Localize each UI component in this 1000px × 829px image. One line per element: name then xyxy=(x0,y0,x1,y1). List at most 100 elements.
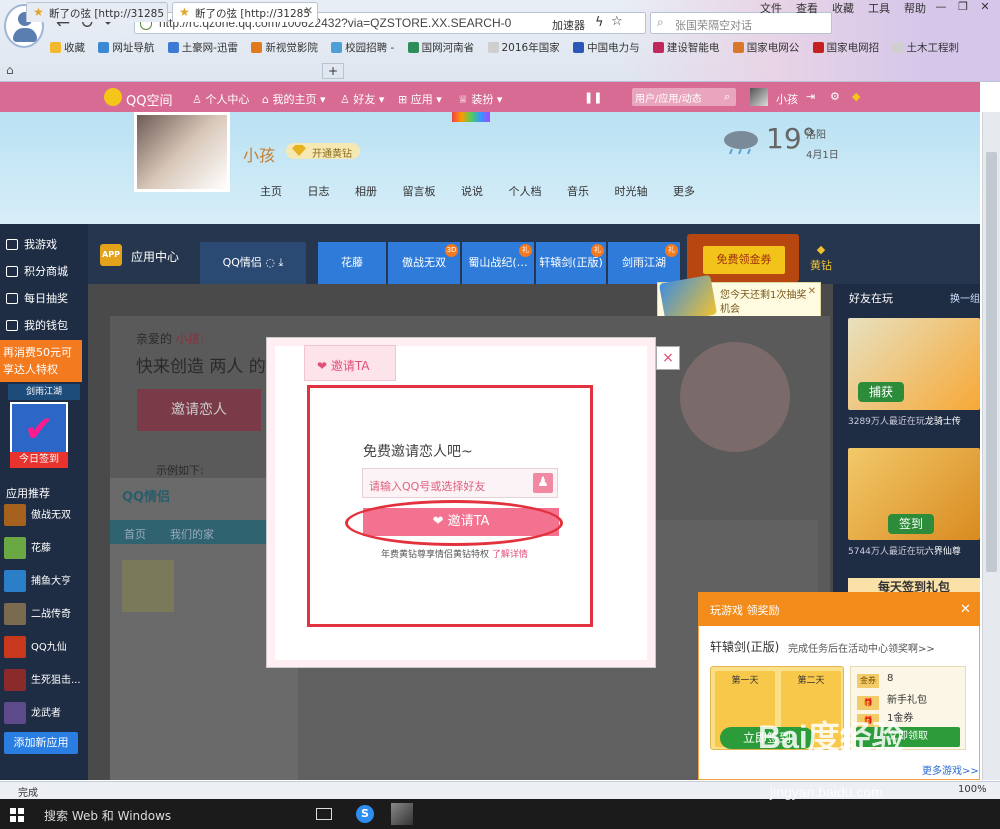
close-icon[interactable]: × xyxy=(656,346,680,370)
scrollbar[interactable] xyxy=(982,112,1000,780)
maximize-icon[interactable]: ❐ xyxy=(952,0,974,14)
accelerator-label[interactable]: 加速器 xyxy=(552,17,585,33)
tab-blog[interactable]: 日志 xyxy=(308,185,330,198)
bookmark-item[interactable]: 国家电网公 xyxy=(732,40,799,55)
sidebar-game[interactable]: 龙武者 xyxy=(4,702,88,724)
sidebar-points-mall[interactable]: 积分商城 xyxy=(6,263,68,279)
tab-home[interactable]: 主页 xyxy=(260,185,282,198)
diamond-icon[interactable]: ◆ xyxy=(852,90,860,103)
modal-title: 免费邀请恋人吧~ xyxy=(363,444,473,460)
yellow-diamond-link[interactable]: ◆ 黄钻 xyxy=(808,242,834,274)
bookmark-item[interactable]: 国家电网招 xyxy=(812,40,879,55)
qzone-search-input[interactable]: 用户/应用/动态 xyxy=(632,88,736,106)
new-tab-button[interactable]: + xyxy=(322,63,344,79)
app-tab[interactable]: 轩辕剑(正版) 礼 xyxy=(536,242,606,284)
app-tab[interactable]: 剑雨江湖礼 xyxy=(608,242,680,284)
menu-tools[interactable]: 工具 xyxy=(868,2,890,15)
tab-album[interactable]: 相册 xyxy=(355,185,377,198)
qzone-logo[interactable]: QQ空间 xyxy=(126,90,172,109)
nav-friends[interactable]: ♙ 好友 ▾ xyxy=(340,91,384,107)
sidebar-daily-lottery[interactable]: 每日抽奖 xyxy=(6,290,68,306)
weather-date: 4月1日 xyxy=(806,150,839,161)
search-icon[interactable]: ⌕ xyxy=(724,90,730,104)
more-games-link[interactable]: 更多游戏>> xyxy=(922,762,979,777)
close-icon[interactable]: ✕ xyxy=(960,602,971,617)
game-card[interactable]: 签到 5744万人最近在玩六界仙尊 xyxy=(848,448,980,560)
sogou-browser-icon[interactable]: S xyxy=(356,805,374,823)
popup-game-name[interactable]: 轩辕剑(正版) xyxy=(710,638,779,655)
switch-group-link[interactable]: 换一组 xyxy=(950,290,980,305)
sidebar-game[interactable]: QQ九仙 xyxy=(4,636,88,658)
pause-icon[interactable]: ❚❚ xyxy=(584,91,602,104)
qq-number-input[interactable]: 请输入QQ号或选择好友 xyxy=(362,468,558,498)
tab-timeline[interactable]: 时光轴 xyxy=(615,185,648,198)
open-vip-button[interactable]: 开通黄钻 xyxy=(286,143,360,160)
user-name-short[interactable]: 小孩 xyxy=(776,91,798,107)
select-friend-icon[interactable]: ♟ xyxy=(533,473,553,493)
lightning-icon[interactable]: ϟ xyxy=(595,15,604,30)
sidebar-game[interactable]: 二战传奇 xyxy=(4,603,88,625)
promo-banner[interactable]: 再消费50元可享达人特权 xyxy=(0,340,82,382)
app-tab-qq-lovers[interactable]: QQ情侣 ◌ ⤓ xyxy=(200,242,306,284)
app-tab[interactable]: 蜀山战纪(… 礼 xyxy=(462,242,534,284)
logout-icon[interactable]: ⇥ xyxy=(806,90,815,103)
bookmark-item[interactable]: 2016年国家 xyxy=(487,40,560,55)
sidebar-game[interactable]: 捕鱼大亨 xyxy=(4,570,88,592)
menu-view[interactable]: 查看 xyxy=(796,2,818,15)
menu-favorites[interactable]: 收藏 xyxy=(832,2,854,15)
bookmark-item[interactable]: 中国电力与 xyxy=(573,40,640,55)
bookmark-item[interactable]: 国网河南省 xyxy=(407,40,474,55)
profile-photo[interactable] xyxy=(134,112,230,192)
task-view-icon[interactable] xyxy=(316,808,332,820)
bookmark-item[interactable]: 校园招聘 - xyxy=(331,40,394,55)
browser-tab-active[interactable]: ★ 断了の弦 [http://31285 ✕ xyxy=(172,2,318,22)
browser-tab[interactable]: ★ 断了の弦 [http://31285 xyxy=(26,2,168,22)
minimize-icon[interactable]: — xyxy=(930,0,952,14)
gear-icon[interactable]: ⚙ xyxy=(830,90,840,103)
app-logo-icon: APP xyxy=(100,244,122,266)
nav-my-home[interactable]: ⌂ 我的主页 ▾ xyxy=(262,91,326,107)
home-icon[interactable]: ⌂ xyxy=(6,63,14,77)
star-icon[interactable]: ☆ xyxy=(611,14,623,29)
learn-more-link[interactable]: 了解详情 xyxy=(492,550,528,560)
sidebar-game[interactable]: 生死狙击... xyxy=(4,669,88,691)
tab-messages[interactable]: 留言板 xyxy=(403,185,436,198)
profile-name[interactable]: 小孩 xyxy=(243,142,275,166)
game-card[interactable]: 捕获 3289万人最近在玩龙骑士传 xyxy=(848,318,980,430)
add-app-button[interactable]: 添加新应用 xyxy=(4,732,78,754)
zoom-level[interactable]: 100% xyxy=(958,784,987,795)
close-window-icon[interactable]: ✕ xyxy=(974,0,996,14)
nav-decorate[interactable]: ♕ 装扮 ▾ xyxy=(458,91,502,107)
bookmark-item[interactable]: 网址导航 xyxy=(98,40,154,55)
menu-file[interactable]: 文件 xyxy=(760,2,782,15)
bg-invite-button[interactable]: 邀请恋人 xyxy=(137,389,261,431)
bg-headline: 快来创造 两人 的 xyxy=(136,357,266,377)
popup-desc[interactable]: 完成任务后在活动中心领奖啊>> xyxy=(788,640,935,655)
tab-talk[interactable]: 说说 xyxy=(461,185,483,198)
rain-cloud-icon xyxy=(724,131,758,154)
bookmark-item[interactable]: 建设智能电 xyxy=(652,40,719,55)
sidebar-game[interactable]: 花藤 xyxy=(4,537,88,559)
tab-profile[interactable]: 个人档 xyxy=(509,185,542,198)
promo-tag[interactable]: 剑雨江湖 xyxy=(8,384,80,400)
taskbar-app-icon[interactable] xyxy=(391,803,413,825)
menu-help[interactable]: 帮助 xyxy=(904,2,926,15)
user-thumb[interactable] xyxy=(750,88,768,106)
bookmark-item[interactable]: 土豪网-迅雷 xyxy=(167,40,238,55)
bookmark-item[interactable]: 收藏 xyxy=(50,40,85,55)
app-tab[interactable]: 花藤 xyxy=(318,242,386,284)
tab-music[interactable]: 音乐 xyxy=(567,185,589,198)
windows-start-icon[interactable] xyxy=(10,808,24,822)
nav-apps[interactable]: ⊞ 应用 ▾ xyxy=(398,91,442,107)
bookmark-item[interactable]: 土木工程刺 xyxy=(892,40,959,55)
sidebar-wallet[interactable]: 我的钱包 xyxy=(6,317,68,333)
sidebar-my-games[interactable]: 我游戏 xyxy=(6,236,57,252)
nav-personal-center[interactable]: ♙ 个人中心 xyxy=(192,91,249,107)
tab-more[interactable]: 更多 xyxy=(673,185,695,198)
app-tab[interactable]: 傲战无双 3D xyxy=(388,242,460,284)
close-icon: ✕ xyxy=(807,286,816,297)
daily-sign-button[interactable]: ✔ 今日签到 xyxy=(10,402,68,468)
bookmark-item[interactable]: 新视觉影院 xyxy=(251,40,318,55)
sidebar-game[interactable]: 傲战无双 xyxy=(4,504,88,526)
taskbar-search[interactable]: 搜索 Web 和 Windows xyxy=(44,807,171,824)
